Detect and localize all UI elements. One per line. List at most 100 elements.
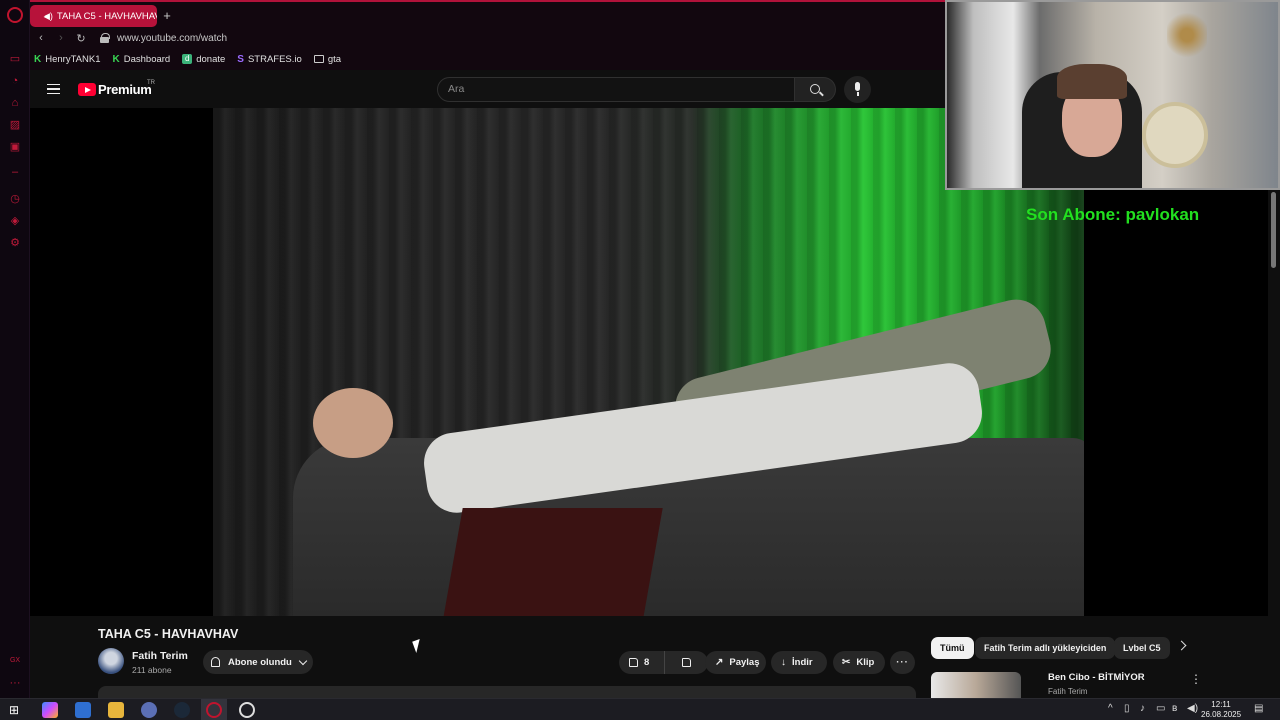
menu-icon[interactable]	[47, 84, 60, 94]
clock-time: 12:11	[1211, 700, 1231, 709]
scrollbar-thumb[interactable]	[1271, 192, 1276, 268]
voice-search-button[interactable]	[844, 76, 871, 103]
screen: ▭ ◔ ⌂ ▨ ▣ – ◷ ◈ ⚙ GX ··· ◀) TAHA C5 - HA…	[0, 0, 1280, 720]
share-label: Paylaş	[729, 657, 760, 668]
steam-icon[interactable]	[174, 702, 190, 718]
search-button[interactable]	[795, 77, 836, 102]
video-details: TAHA C5 - HAVHAVHAV Fatih Terim 211 abon…	[30, 616, 1268, 698]
search-input[interactable]: Ara	[437, 77, 795, 102]
thumbs-up-icon	[629, 658, 638, 667]
sidebar-more-icon[interactable]: ···	[8, 676, 22, 690]
download-button[interactable]: ↓ İndir	[771, 651, 827, 674]
more-actions-button[interactable]: ···	[890, 651, 915, 674]
wallet-icon[interactable]: ⌂	[8, 96, 22, 110]
share-icon: ↗	[715, 657, 724, 668]
calculator-icon[interactable]	[75, 702, 91, 718]
clip-label: Klip	[856, 657, 875, 668]
bell-icon	[211, 657, 220, 667]
clock-icon[interactable]: ◷	[8, 192, 22, 206]
url-field[interactable]: www.youtube.com/watch	[117, 33, 227, 44]
taskbar: ⊞ ^ ▯ ♪ ▭ ʙ ◀) 12:11 26.08.2025 ▤	[0, 698, 1280, 720]
like-count: 8	[644, 657, 650, 668]
webcam-overlay	[945, 0, 1280, 190]
recommendation-menu-icon[interactable]: ⋮	[1190, 672, 1202, 686]
clock-date: 26.08.2025	[1201, 710, 1242, 719]
settings-icon[interactable]: ⚙	[8, 236, 22, 250]
kick-icon: K	[112, 53, 120, 65]
volume-icon[interactable]: ◀)	[1187, 703, 1198, 714]
clock[interactable]: 12:11 26.08.2025	[1201, 700, 1241, 720]
lock-icon[interactable]	[100, 33, 110, 43]
youtube-header: Premium TR Ara	[30, 70, 945, 108]
bookmark-henrytank[interactable]: K HenryTANK1	[34, 54, 101, 65]
chevron-right-icon[interactable]	[1176, 640, 1187, 651]
dislike-button[interactable]	[665, 651, 708, 674]
video-title: TAHA C5 - HAVHAVHAV	[98, 627, 239, 641]
address-bar: ‹ › ↻ www.youtube.com/watch	[30, 28, 945, 48]
opera-gx-icon[interactable]	[206, 702, 222, 718]
app-icon[interactable]	[141, 702, 157, 718]
video-table	[443, 508, 663, 616]
history-icon[interactable]: ◔	[8, 74, 22, 88]
kick-icon: K	[34, 53, 42, 65]
bookmark-dashboard[interactable]: K Dashboard	[113, 54, 171, 65]
opera-logo-icon[interactable]	[7, 7, 23, 23]
gx-icon[interactable]: GX	[8, 654, 22, 668]
bookmarks-bar: K HenryTANK1 K Dashboard d donate S STRAFES.…	[30, 48, 945, 70]
music-icon[interactable]: ▣	[8, 140, 22, 154]
folder-icon	[313, 55, 324, 63]
youtube-logo-icon[interactable]	[78, 83, 96, 96]
network-icon[interactable]: ▭	[1156, 703, 1165, 714]
back-button[interactable]: ‹	[32, 32, 50, 44]
tab-title: TAHA C5 - HAVHAVHAV	[56, 10, 157, 22]
scissors-icon: ✂	[842, 657, 851, 668]
last-subscriber-overlay: Son Abone: pavlokan	[1026, 205, 1200, 224]
cube-icon[interactable]: ◈	[8, 214, 22, 228]
more-icon: ···	[896, 657, 909, 668]
tab-strip: ◀) TAHA C5 - HAVHAVHAV +	[30, 0, 945, 28]
recommendation-channel[interactable]: Fatih Terim	[1048, 687, 1087, 696]
share-button[interactable]: ↗ Paylaş	[705, 651, 766, 674]
file-explorer-icon[interactable]	[108, 702, 124, 718]
page-scrollbar[interactable]	[1268, 190, 1280, 698]
subscriber-count: 211 abone	[132, 665, 172, 675]
download-icon: ↓	[781, 657, 786, 668]
search-icon	[810, 84, 820, 94]
notifications-icon[interactable]: ▤	[1254, 703, 1263, 714]
youtube-brand[interactable]: Premium	[98, 82, 152, 97]
bookmark-strafes[interactable]: S STRAFES.io	[237, 54, 302, 65]
windows-start-icon[interactable]: ⊞	[9, 702, 25, 718]
tab-youtube[interactable]: ◀) TAHA C5 - HAVHAVHAV	[30, 5, 157, 27]
download-label: İndir	[792, 657, 813, 668]
description-box[interactable]	[98, 686, 916, 698]
new-tab-button[interactable]: +	[160, 7, 174, 25]
tray-expand-icon[interactable]: ^	[1108, 703, 1113, 714]
region-code: TR	[147, 80, 155, 86]
obs-icon[interactable]	[239, 702, 255, 718]
channel-avatar[interactable]	[98, 648, 124, 674]
recommendation-title[interactable]: Ben Cibo - BİTMİYOR	[1048, 672, 1145, 683]
microphone-icon[interactable]: ♪	[1140, 703, 1145, 714]
bluetooth-icon[interactable]: ʙ	[1172, 703, 1177, 714]
webcam-hair	[1057, 64, 1127, 99]
like-button[interactable]: 8	[619, 651, 665, 674]
channel-name[interactable]: Fatih Terim	[132, 650, 188, 662]
chip-all[interactable]: Tümü	[931, 637, 974, 659]
donate-icon: d	[182, 54, 193, 64]
recommendation-thumbnail[interactable]	[931, 672, 1021, 698]
chip-lvbel[interactable]: Lvbel C5	[1114, 637, 1170, 659]
forward-button[interactable]: ›	[52, 32, 70, 44]
chip-uploader[interactable]: Fatih Terim adlı yükleyiciden	[975, 637, 1116, 659]
reload-button[interactable]: ↻	[72, 32, 90, 45]
webcam-fan	[1142, 102, 1208, 168]
subscribed-button[interactable]: Abone olundu	[203, 650, 313, 674]
clip-button[interactable]: ✂ Klip	[833, 651, 885, 674]
opera-sidebar: ▭ ◔ ⌂ ▨ ▣ – ◷ ◈ ⚙ GX ···	[0, 0, 30, 698]
tray-device-icon[interactable]: ▯	[1124, 703, 1130, 714]
chevron-down-icon	[298, 656, 308, 665]
copilot-icon[interactable]	[42, 702, 58, 718]
extensions-icon[interactable]: ▨	[8, 118, 22, 132]
messenger-icon[interactable]: ▭	[8, 52, 22, 66]
bookmark-donate[interactable]: d donate	[182, 54, 225, 65]
bookmark-gta[interactable]: gta	[313, 54, 341, 65]
